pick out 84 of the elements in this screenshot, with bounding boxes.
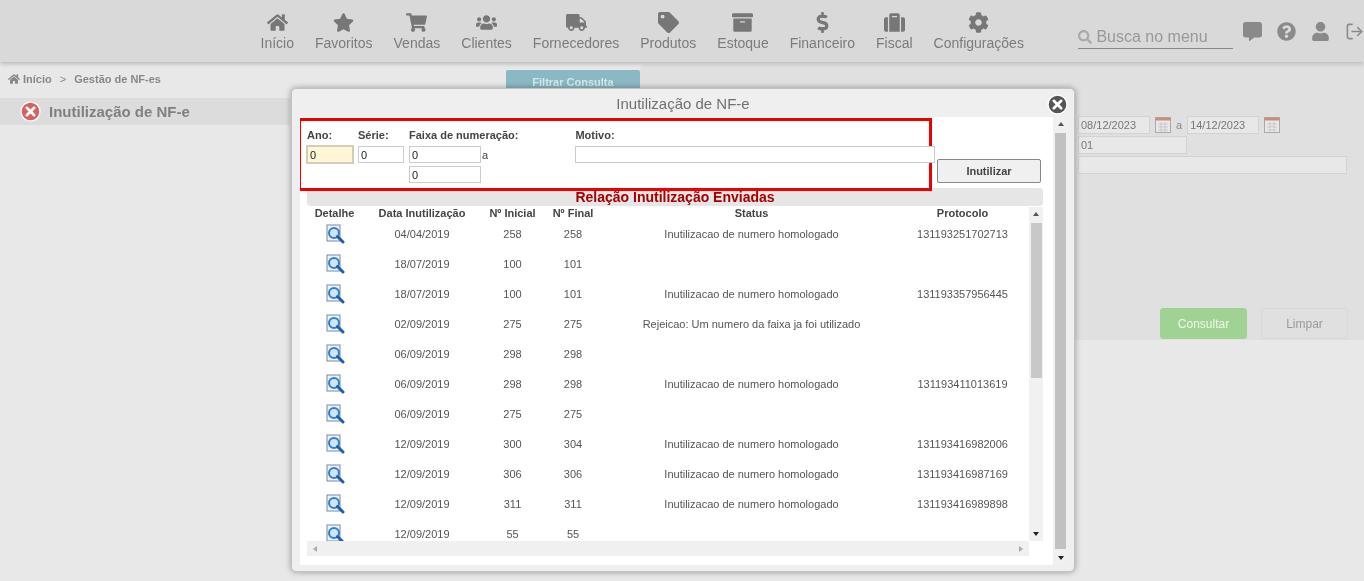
table-cell-text: Rejeicao: Um numero da faixa ja foi utilizado <box>641 318 862 330</box>
table-cell-text: 12/09/2019 <box>393 528 451 540</box>
nav-item[interactable]: Clientes <box>450 0 523 62</box>
table-cell-text: 06/09/2019 <box>393 408 451 420</box>
text-field[interactable]: 01 <box>1078 136 1187 154</box>
column-header: Data Inutilização <box>377 207 467 219</box>
column-header: Detalhe <box>313 207 356 219</box>
table-cell-text: Inutilizacao de numero homologado <box>663 228 840 240</box>
page-title: Inutilização de NF-e <box>49 103 190 120</box>
table-cell-text: 02/09/2019 <box>393 318 451 330</box>
field-label: Faixa de numeração: <box>409 129 519 143</box>
table-cell-text: 304 <box>562 438 584 450</box>
table-cell-text: 258 <box>502 228 523 240</box>
submit-button[interactable]: Inutilizar <box>937 159 1041 183</box>
field-label: Motivo: <box>575 129 616 143</box>
table-cell-text: 298 <box>562 378 584 390</box>
table-cell-text: 06/09/2019 <box>393 378 451 390</box>
field-label: Ano: <box>307 129 334 143</box>
table-cell-text: 298 <box>502 378 523 390</box>
table-cell-text: Inutilizacao de numero homologado <box>663 468 840 480</box>
range-start-field[interactable]: 0 <box>409 146 481 163</box>
table-cell-text: 298 <box>502 348 523 360</box>
year-field[interactable]: 0 <box>307 146 353 163</box>
date-field[interactable]: 14/12/2023 <box>1187 116 1260 134</box>
table-cell-text: 131193411013619 <box>916 378 1009 390</box>
table-cell-text: 100 <box>502 258 523 270</box>
nav-item[interactable]: Produtos <box>629 0 707 62</box>
dialog-title: Inutilização de NF-e <box>616 94 750 112</box>
table-cell-text: 55 <box>565 528 581 540</box>
table-cell-text: 18/07/2019 <box>393 258 451 270</box>
table-cell-text: 06/09/2019 <box>393 348 451 360</box>
table-cell-text: 131193416982006 <box>916 438 1009 450</box>
nav-item[interactable]: Estoque <box>706 0 780 62</box>
field-label: Série: <box>358 129 390 143</box>
column-header: Nº Final <box>551 207 595 219</box>
nav-item[interactable]: Fiscal <box>865 0 924 62</box>
table-cell-text: 131193416989898 <box>916 498 1009 510</box>
table-cell-text: 101 <box>562 258 584 270</box>
table-cell-text: 12/09/2019 <box>393 438 451 450</box>
table-cell-text: 275 <box>562 318 584 330</box>
table-cell-text: 306 <box>502 468 523 480</box>
nav-item[interactable]: Favoritos <box>304 0 384 62</box>
range-separator: a <box>1176 119 1183 131</box>
table-cell-text: 275 <box>502 318 523 330</box>
nav-item[interactable]: Fornecedores <box>522 0 630 62</box>
range-separator: a <box>482 148 489 161</box>
table-cell-text: 12/09/2019 <box>393 468 451 480</box>
table-cell-text: Inutilizacao de numero homologado <box>663 498 840 510</box>
breadcrumb-separator: > <box>59 73 67 85</box>
table-cell-text: 311 <box>502 498 523 510</box>
breadcrumb-link[interactable]: Início <box>8 73 52 85</box>
table-cell-text: 298 <box>562 348 584 360</box>
table-cell-text: Inutilizacao de numero homologado <box>663 288 840 300</box>
table-cell-text: 275 <box>502 408 523 420</box>
table-cell-text: 258 <box>562 228 584 240</box>
nav-item[interactable]: Financeiro <box>779 0 866 62</box>
series-field[interactable]: 0 <box>358 146 404 163</box>
table-cell-text: Inutilizacao de numero homologado <box>663 378 840 390</box>
column-header: Status <box>733 207 770 219</box>
nav-item[interactable]: Início <box>250 0 305 62</box>
nav-item[interactable]: Vendas <box>383 0 451 62</box>
table-cell-text: 311 <box>563 498 583 510</box>
column-header: Nº Inicial <box>488 207 537 219</box>
table-cell-text: 275 <box>562 408 584 420</box>
table-cell-text: 306 <box>562 468 584 480</box>
table-cell-text: 131193357956445 <box>916 288 1009 300</box>
nav-item[interactable]: Configurações <box>923 0 1035 62</box>
table-cell-text: 100 <box>502 288 523 300</box>
range-end-field[interactable]: 0 <box>409 166 481 183</box>
search-field[interactable]: Busca no menu <box>1078 25 1233 49</box>
date-field[interactable]: 08/12/2023 <box>1078 116 1150 134</box>
breadcrumb-link[interactable]: Gestão de NF-es <box>74 73 161 85</box>
table-cell-text: 101 <box>562 288 584 300</box>
table-cell-text: 300 <box>502 438 523 450</box>
column-header: Protocolo <box>935 207 990 219</box>
table-cell-text: 12/09/2019 <box>393 498 451 510</box>
table-cell-text: 131193251702713 <box>916 228 1009 240</box>
search-button[interactable]: Consultar <box>1160 308 1247 339</box>
clear-button[interactable]: Limpar <box>1261 308 1348 339</box>
table-cell-text: 131193416987169 <box>916 468 1009 480</box>
table-cell-text: 55 <box>505 528 520 540</box>
table-cell-text: Inutilizacao de numero homologado <box>663 438 840 450</box>
table-cell-text: 04/04/2019 <box>393 228 451 240</box>
table-cell-text: 18/07/2019 <box>393 288 451 300</box>
